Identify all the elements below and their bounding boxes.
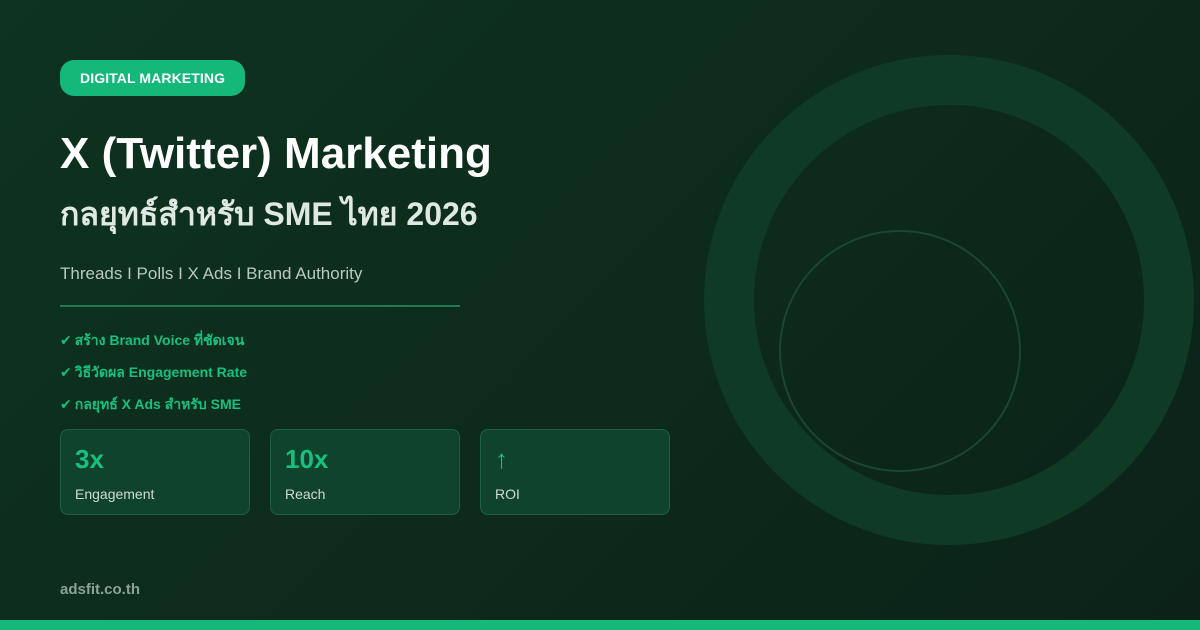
checkmark-icon: ✔ — [60, 396, 72, 412]
checkmark-icon: ✔ — [60, 364, 72, 380]
stat-label: Reach — [285, 486, 326, 502]
page-subtitle: กลยุทธ์สำหรับ SME ไทย 2026 — [60, 196, 478, 232]
feature-item: ✔ วิธีวัดผล Engagement Rate — [60, 362, 247, 394]
checkmark-icon: ✔ — [60, 332, 72, 348]
stat-label: ROI — [495, 486, 520, 502]
stat-card-roi: ↑ ROI — [480, 429, 670, 515]
feature-text: กลยุทธ์ X Ads สำหรับ SME — [74, 396, 241, 412]
feature-item: ✔ สร้าง Brand Voice ที่ชัดเจน — [60, 330, 247, 362]
feature-item: ✔ กลยุทธ์ X Ads สำหรับ SME — [60, 394, 247, 426]
site-domain: adsfit.co.th — [60, 581, 141, 598]
stat-value: 3x — [75, 444, 104, 474]
feature-text: วิธีวัดผล Engagement Rate — [74, 364, 248, 380]
decorative-ring-inner — [779, 230, 1021, 472]
feature-text: สร้าง Brand Voice ที่ชัดเจน — [74, 332, 245, 348]
arrow-up-icon: ↑ — [495, 444, 508, 474]
page-title: X (Twitter) Marketing — [60, 129, 492, 178]
stat-value: 10x — [285, 444, 329, 474]
divider — [60, 305, 460, 307]
category-badge: DIGITAL MARKETING — [60, 60, 246, 96]
bottom-accent-bar — [0, 620, 1200, 630]
feature-list: ✔ สร้าง Brand Voice ที่ชัดเจน ✔ วิธีวัดผล … — [60, 330, 247, 426]
stat-card-engagement: 3x Engagement — [60, 429, 250, 515]
stat-label: Engagement — [75, 486, 155, 502]
tagline: Threads I Polls I X Ads I Brand Authorit… — [60, 264, 363, 283]
stat-card-reach: 10x Reach — [270, 429, 460, 515]
